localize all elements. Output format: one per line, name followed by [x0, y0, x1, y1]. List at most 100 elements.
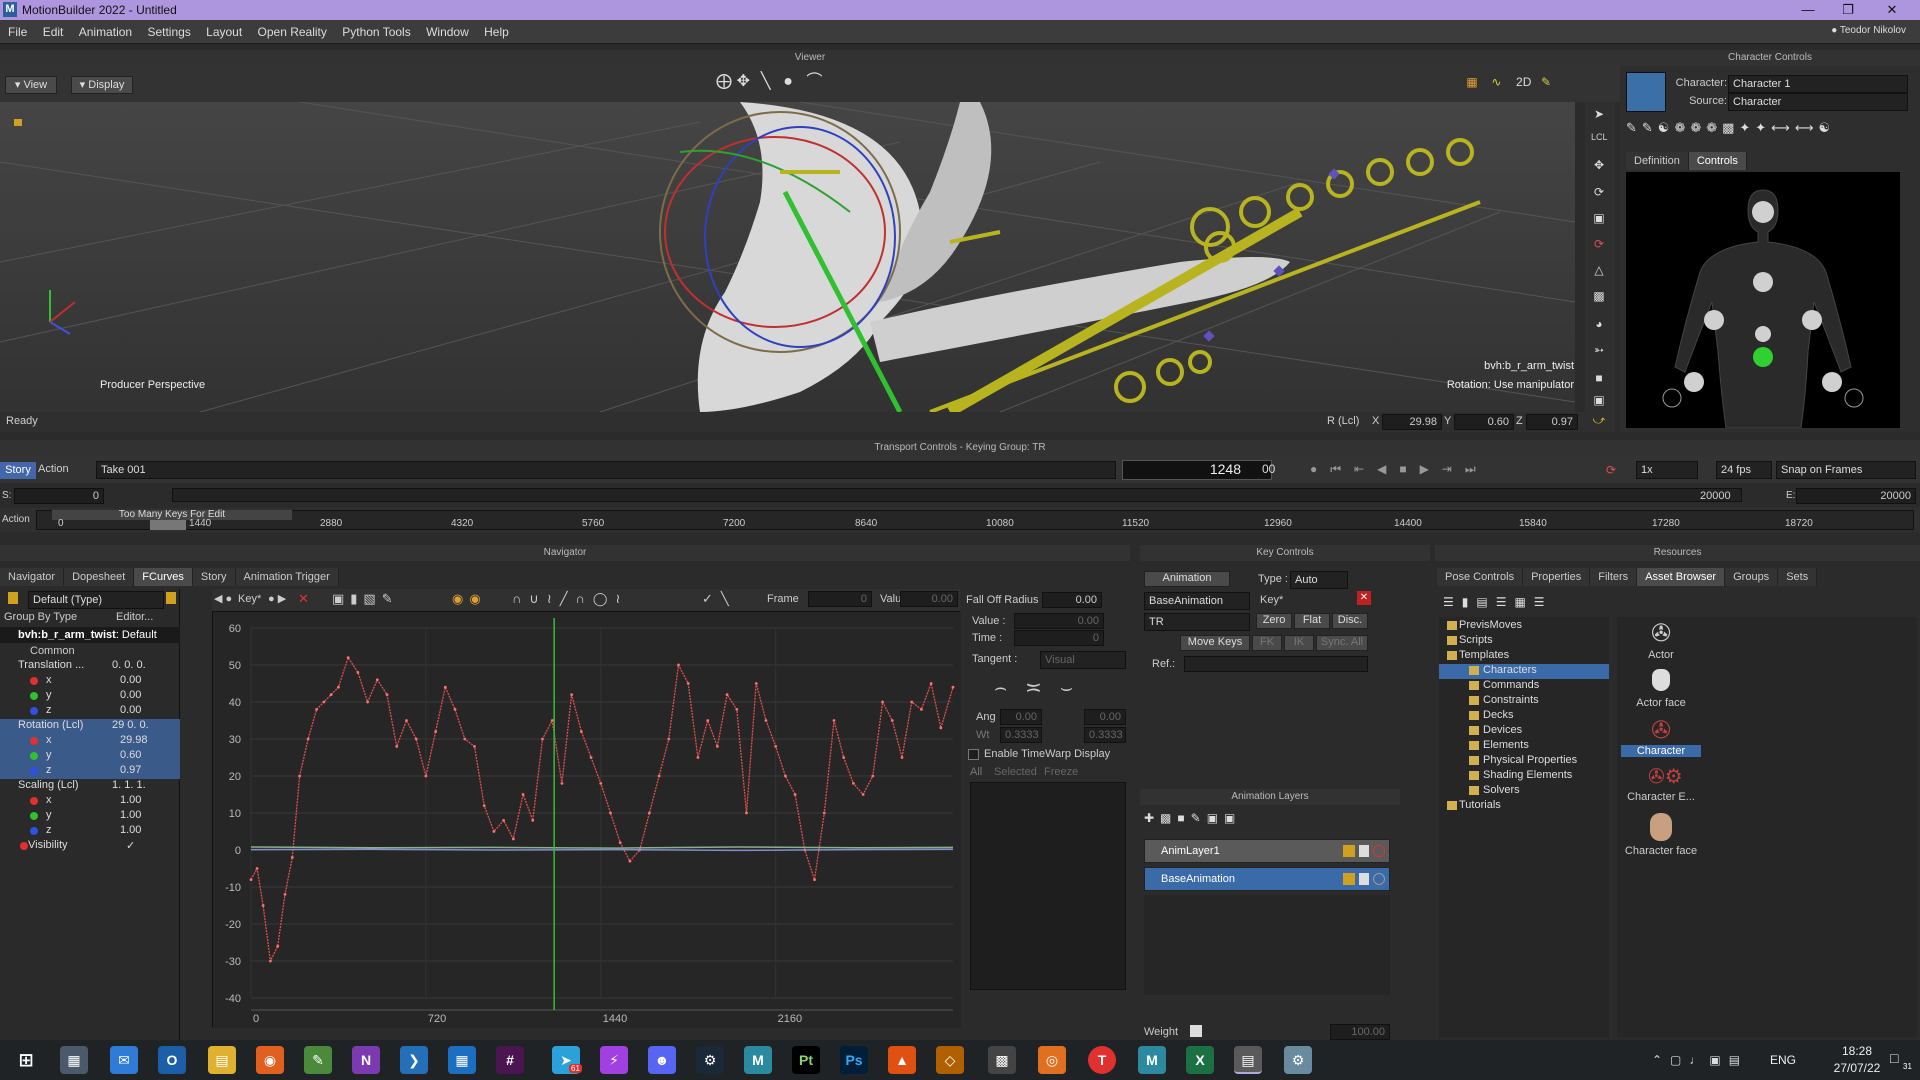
- tab-animation-trigger[interactable]: Animation Trigger: [235, 568, 339, 586]
- playback-controls[interactable]: ●⏮⇤◀■▶⇥⏭: [1310, 462, 1489, 477]
- motionbuilder-icon[interactable]: M: [744, 1046, 772, 1074]
- character-tool-icons[interactable]: ✎✎☯❁❁❁▩✦✦⟷⟷☯: [1626, 120, 1916, 140]
- tab-asset-browser[interactable]: Asset Browser: [1637, 568, 1726, 586]
- tangent-tools[interactable]: ∩∪≀╱∩◯≀: [512, 591, 628, 607]
- timewarp-list[interactable]: [970, 782, 1126, 990]
- fcurve-tools[interactable]: ▣▮▧✎: [332, 591, 399, 607]
- property-row[interactable]: Translation ... 0. 0. 0.: [0, 659, 180, 674]
- angle-left-field[interactable]: 0.00: [1000, 709, 1042, 725]
- tab-navigator[interactable]: Navigator: [0, 568, 65, 586]
- break-tools[interactable]: ✓╲: [702, 591, 737, 607]
- tree-item-solvers[interactable]: Solvers: [1439, 784, 1609, 799]
- angle-right-field[interactable]: 0.00: [1084, 709, 1126, 725]
- menu-animation[interactable]: Animation: [73, 20, 138, 44]
- axis-row[interactable]: z 0.97: [0, 764, 180, 779]
- value-key-field[interactable]: 0.00: [1014, 613, 1104, 629]
- common-group[interactable]: Common: [30, 645, 75, 657]
- frame-field[interactable]: 0: [808, 591, 872, 607]
- photoshop-icon[interactable]: Ps: [840, 1046, 868, 1074]
- fcurve-frame-tools[interactable]: ◉◉: [452, 591, 487, 607]
- move-keys-button[interactable]: Move Keys: [1180, 635, 1250, 651]
- scale-icon[interactable]: ▣: [1591, 210, 1607, 226]
- tab-controls[interactable]: Controls: [1688, 152, 1747, 170]
- menu-edit[interactable]: Edit: [37, 20, 70, 44]
- translate-icon[interactable]: ✥: [1591, 157, 1607, 173]
- editor-button[interactable]: Editor...: [116, 611, 153, 623]
- mail-icon[interactable]: ✉: [110, 1046, 138, 1074]
- tab-definition[interactable]: Definition: [1626, 152, 1689, 170]
- tree-item-devices[interactable]: Devices: [1439, 724, 1609, 739]
- range-slider[interactable]: [172, 488, 1742, 502]
- select-arrow-icon[interactable]: ➤: [1591, 106, 1607, 122]
- excel-icon[interactable]: X: [1186, 1046, 1214, 1074]
- property-row[interactable]: Scaling (Lcl) 1. 1. 1.: [0, 779, 180, 794]
- tree-item-constraints[interactable]: Constraints: [1439, 694, 1609, 709]
- fk-button[interactable]: FK: [1252, 635, 1282, 651]
- character-figure[interactable]: [1626, 172, 1900, 429]
- tw-selected-button[interactable]: Selected: [994, 766, 1037, 778]
- lcl-icon[interactable]: LCL: [1591, 132, 1608, 142]
- start-field[interactable]: 0: [14, 488, 104, 504]
- property-row-selected[interactable]: Rotation (Lcl) 29 0. 0.: [0, 719, 180, 734]
- cube-icon[interactable]: ■: [1591, 370, 1607, 386]
- group-select[interactable]: TR: [1144, 613, 1250, 631]
- readout-y[interactable]: 0.60: [1454, 414, 1514, 430]
- language-indicator[interactable]: ENG: [1770, 1053, 1796, 1067]
- pan-line-icon[interactable]: ╲: [755, 74, 777, 90]
- anim-layer-row[interactable]: AnimLayer1: [1144, 839, 1390, 863]
- tree-item-shading-elements[interactable]: Shading Elements: [1439, 769, 1609, 784]
- illustrator-icon[interactable]: ◇: [936, 1046, 964, 1074]
- prev-key-icon[interactable]: ◀ ●: [214, 592, 232, 605]
- type-select[interactable]: Auto: [1290, 571, 1348, 589]
- vscode-icon[interactable]: ❯: [400, 1046, 428, 1074]
- layer-mute-icon[interactable]: [1373, 873, 1385, 885]
- loop-icon[interactable]: ⟳: [1603, 462, 1619, 478]
- display-button[interactable]: ▾ Display: [71, 76, 133, 94]
- tree-item-commands[interactable]: Commands: [1439, 679, 1609, 694]
- sync-all-button[interactable]: Sync. All: [1316, 635, 1368, 651]
- clock-time[interactable]: 18:28: [1830, 1044, 1884, 1058]
- tree-item-tutorials[interactable]: Tutorials: [1439, 799, 1609, 814]
- tangent-select[interactable]: Visual: [1040, 651, 1126, 669]
- onenote-icon[interactable]: N: [352, 1046, 380, 1074]
- checkmark-icon[interactable]: ✓: [126, 839, 135, 852]
- weight-left-field[interactable]: 0.3333: [1000, 727, 1042, 743]
- explorer-icon[interactable]: ▤: [208, 1046, 236, 1074]
- menu-file[interactable]: File: [2, 20, 33, 44]
- mobu-active-icon[interactable]: ▤: [1234, 1046, 1262, 1074]
- tab-pose-controls[interactable]: Pose Controls: [1437, 568, 1524, 586]
- asset-actor-face[interactable]: Actor face: [1621, 669, 1701, 709]
- axis-row[interactable]: y 1.00: [0, 809, 180, 824]
- filter-select[interactable]: Default (Type): [28, 591, 164, 609]
- tab-filters[interactable]: Filters: [1590, 568, 1638, 586]
- menu-settings[interactable]: Settings: [141, 20, 196, 44]
- menu-layout[interactable]: Layout: [200, 20, 248, 44]
- settings-icon[interactable]: ⚙: [1284, 1046, 1312, 1074]
- source-select[interactable]: Character: [1728, 93, 1908, 111]
- asset-character[interactable]: ✇ Character: [1621, 717, 1701, 757]
- layer-mute-icon[interactable]: [1373, 845, 1385, 857]
- minimize-button[interactable]: —: [1788, 0, 1828, 20]
- take-select[interactable]: Take 001: [96, 461, 1116, 479]
- asset-actor[interactable]: ✇ Actor: [1621, 619, 1701, 661]
- time-key-field[interactable]: 0: [1014, 630, 1104, 646]
- delete-icon[interactable]: ✕: [1357, 591, 1371, 605]
- speed-select[interactable]: 1x: [1636, 461, 1698, 479]
- globe-icon[interactable]: ◕: [1591, 316, 1607, 332]
- menu-open-reality[interactable]: Open Reality: [252, 20, 333, 44]
- move-icon[interactable]: ✥: [735, 74, 751, 90]
- flat-button[interactable]: Flat: [1294, 613, 1330, 629]
- disc-button[interactable]: Disc.: [1332, 613, 1368, 629]
- user-account[interactable]: ● Teodor Nikolov: [1831, 25, 1906, 36]
- axis-row[interactable]: z 0.00: [0, 704, 180, 719]
- end-field[interactable]: 20000: [1796, 488, 1916, 504]
- close-button[interactable]: ✕: [1872, 0, 1912, 20]
- blender-icon[interactable]: ◎: [1038, 1046, 1066, 1074]
- ref-select[interactable]: [1184, 656, 1368, 672]
- axis-row[interactable]: x 0.00: [0, 674, 180, 689]
- lock-icon[interactable]: [8, 592, 18, 604]
- tab-fcurves[interactable]: FCurves: [134, 568, 193, 586]
- tree-item-physical-properties[interactable]: Physical Properties: [1439, 754, 1609, 769]
- zoom-icon[interactable]: ●: [780, 74, 796, 90]
- object-node[interactable]: bvh:b_r_arm_twist: Default: [0, 627, 180, 643]
